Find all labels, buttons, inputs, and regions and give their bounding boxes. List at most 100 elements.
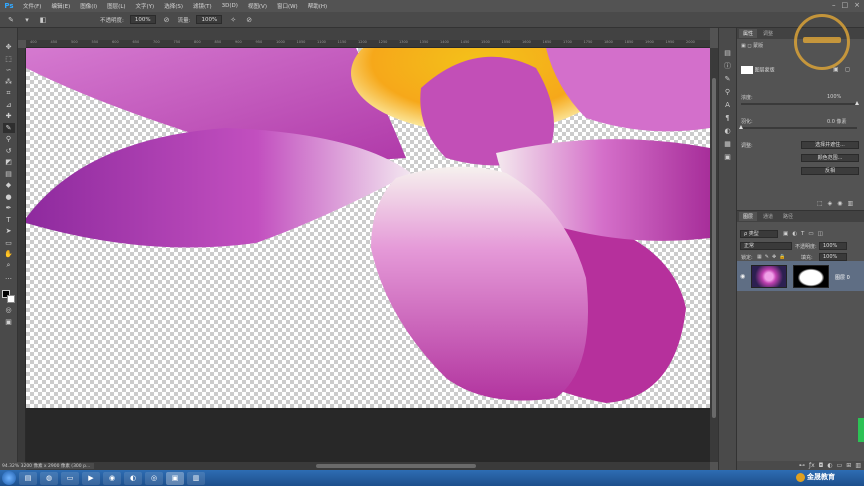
browser-icon[interactable]: ◍ <box>40 471 58 485</box>
menu-edit[interactable]: 编辑(E) <box>46 2 75 10</box>
menu-type[interactable]: 文字(Y) <box>131 2 160 10</box>
opacity-input[interactable]: 100% <box>129 15 156 24</box>
menu-help[interactable]: 帮助(H) <box>303 2 332 10</box>
menu-file[interactable]: 文件(F) <box>18 2 46 10</box>
folder-icon[interactable]: ▭ <box>61 471 79 485</box>
side-widget[interactable] <box>858 418 864 442</box>
blur-tool-icon[interactable]: ◆ <box>3 180 15 190</box>
photoshop-task-icon[interactable]: ▣ <box>166 471 184 485</box>
pressure-opacity-icon[interactable]: ⊘ <box>162 15 172 25</box>
filter-shape-icon[interactable]: ▭ <box>808 231 813 237</box>
lock-transparent-icon[interactable]: ▦ <box>757 254 762 260</box>
tab-paths[interactable]: 路径 <box>779 212 797 221</box>
visibility-icon[interactable]: ◉ <box>837 200 842 207</box>
start-button[interactable] <box>2 471 16 485</box>
layer-row[interactable]: ◉ 图层 0 <box>737 261 864 291</box>
path-select-tool-icon[interactable]: ➤ <box>3 226 15 236</box>
app-doc-icon[interactable]: ▥ <box>187 471 205 485</box>
add-vector-mask-icon[interactable]: ◻ <box>845 66 850 73</box>
quick-mask-icon[interactable]: ◎ <box>3 305 15 315</box>
styles-panel-icon[interactable]: ▦ <box>723 139 733 148</box>
menu-window[interactable]: 窗口(W) <box>272 2 303 10</box>
fill-input[interactable]: 100% <box>819 253 847 261</box>
tab-adjustments[interactable]: 调整 <box>759 29 777 38</box>
zoom-tool-icon[interactable]: ⌕ <box>3 261 15 271</box>
tab-layers[interactable]: 图层 <box>739 212 758 221</box>
pen-tool-icon[interactable]: ✒ <box>3 203 15 213</box>
shape-tool-icon[interactable]: ▭ <box>3 238 15 248</box>
layer-opacity-input[interactable]: 100% <box>819 242 847 250</box>
blend-mode-select[interactable]: 正常 <box>740 242 792 250</box>
menu-3d[interactable]: 3D(D) <box>217 3 243 9</box>
vertical-scroll-thumb[interactable] <box>712 78 716 418</box>
close-icon[interactable]: × <box>854 1 860 9</box>
mode-icon[interactable]: ◧ <box>38 15 48 25</box>
horizontal-scroll-thumb[interactable] <box>316 464 476 468</box>
pressure-size-icon[interactable]: ⊘ <box>244 15 254 25</box>
flow-input[interactable]: 100% <box>196 15 223 24</box>
tab-properties[interactable]: 属性 <box>739 29 758 38</box>
new-adjustment-icon[interactable]: ◐ <box>827 462 832 469</box>
lock-image-icon[interactable]: ✎ <box>765 254 769 260</box>
quick-select-tool-icon[interactable]: ⁂ <box>3 77 15 87</box>
eraser-tool-icon[interactable]: ◩ <box>3 157 15 167</box>
feather-slider-knob[interactable] <box>739 125 743 129</box>
history-brush-tool-icon[interactable]: ↺ <box>3 146 15 156</box>
mask-thumbnail-icon[interactable] <box>741 66 753 74</box>
type-tool-icon[interactable]: T <box>3 215 15 225</box>
menu-view[interactable]: 视图(V) <box>243 2 272 10</box>
filter-type-icon[interactable]: T <box>801 231 804 237</box>
eyedropper-tool-icon[interactable]: ⊿ <box>3 100 15 110</box>
media-icon[interactable]: ▶ <box>82 471 100 485</box>
minimize-icon[interactable]: – <box>832 1 836 9</box>
chrome-icon[interactable]: ◎ <box>145 471 163 485</box>
feather-value[interactable]: 0.0 像素 <box>827 118 847 125</box>
maximize-icon[interactable]: □ <box>842 1 849 9</box>
menu-filter[interactable]: 滤镜(T) <box>188 2 217 10</box>
vertical-scrollbar[interactable] <box>710 48 718 462</box>
filter-smart-icon[interactable]: ◫ <box>818 231 823 237</box>
density-value[interactable]: 100% <box>827 94 841 100</box>
menu-image[interactable]: 图像(I) <box>75 2 102 10</box>
explorer-icon[interactable]: ▤ <box>19 471 37 485</box>
layer-filter-select[interactable]: ρ 类型 <box>740 230 778 238</box>
adjustments-panel-icon[interactable]: ◐ <box>723 126 733 135</box>
more-tools-icon[interactable]: … <box>3 272 15 282</box>
feather-slider[interactable] <box>739 125 857 129</box>
dodge-tool-icon[interactable]: ● <box>3 192 15 202</box>
color-swatches[interactable] <box>1 289 16 304</box>
app-c-icon[interactable]: ◐ <box>124 471 142 485</box>
new-layer-icon[interactable]: ⊞ <box>846 462 851 469</box>
delete-layer-icon[interactable]: ▥ <box>855 462 861 469</box>
apply-mask-icon[interactable]: ◈ <box>828 200 833 207</box>
hand-tool-icon[interactable]: ✋ <box>3 249 15 259</box>
layer-style-icon[interactable]: ƒx <box>809 462 815 469</box>
layer-thumbnail[interactable] <box>751 265 787 288</box>
density-slider-knob[interactable] <box>855 101 859 105</box>
info-panel-icon[interactable]: ⓘ <box>723 61 733 70</box>
pixel-mask-icon[interactable]: ▣ <box>741 43 746 49</box>
clone-source-icon[interactable]: ⚲ <box>723 87 733 96</box>
horizontal-scrollbar[interactable] <box>26 462 710 470</box>
properties-panel-icon[interactable]: ▣ <box>723 152 733 161</box>
select-and-mask-button[interactable]: 选择并遮住... <box>801 141 859 149</box>
invert-button[interactable]: 反相 <box>801 167 859 175</box>
document-canvas[interactable] <box>26 48 710 408</box>
eye-icon[interactable]: ◉ <box>740 273 745 280</box>
add-mask-icon[interactable]: ◘ <box>819 462 824 469</box>
clone-stamp-tool-icon[interactable]: ⚲ <box>3 134 15 144</box>
new-group-icon[interactable]: ▭ <box>837 462 843 469</box>
healing-brush-tool-icon[interactable]: ✚ <box>3 111 15 121</box>
load-selection-icon[interactable]: ⬚ <box>817 200 823 207</box>
delete-mask-icon[interactable]: ▥ <box>848 200 854 207</box>
marquee-tool-icon[interactable]: ⬚ <box>3 54 15 64</box>
character-panel-icon[interactable]: A <box>723 100 733 109</box>
airbrush-icon[interactable]: ✧ <box>228 15 238 25</box>
gradient-tool-icon[interactable]: ▤ <box>3 169 15 179</box>
layer-mask-thumbnail[interactable] <box>793 265 829 288</box>
paragraph-panel-icon[interactable]: ¶ <box>723 113 733 122</box>
layer-name[interactable]: 图层 0 <box>835 274 850 281</box>
menu-layer[interactable]: 图层(L) <box>102 2 130 10</box>
crop-tool-icon[interactable]: ⌗ <box>3 88 15 98</box>
density-slider[interactable] <box>741 101 859 105</box>
